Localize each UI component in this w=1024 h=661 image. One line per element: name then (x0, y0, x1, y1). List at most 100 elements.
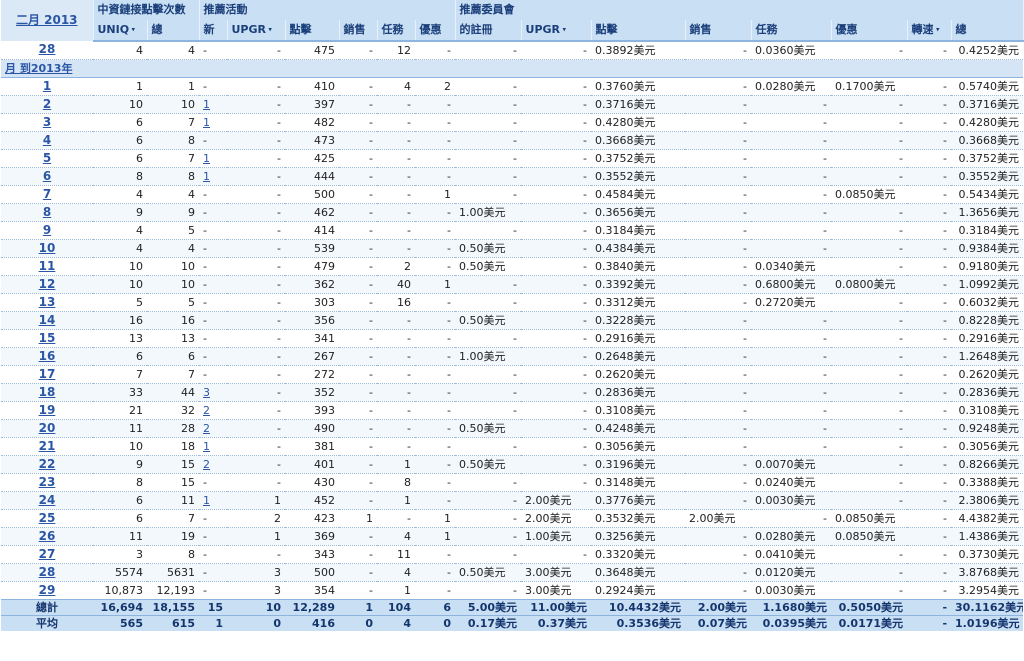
footer-cell: 615 (147, 614, 199, 631)
table-row: 26 11 19-1 369-4 1-1.00美元 0.3256美元 -0.0280美元 0.… (1, 527, 1024, 546)
column-header-10[interactable]: UPGR ▾ (521, 20, 592, 42)
data-cell: - (521, 545, 592, 564)
day-link[interactable]: 19 (39, 403, 56, 417)
day-link[interactable]: 16 (39, 349, 56, 363)
data-cell: 4 (93, 221, 147, 240)
section-label[interactable]: 月 到2013年 (1, 59, 1024, 78)
data-cell: 10 (93, 275, 147, 294)
day-link[interactable]: 6 (43, 169, 51, 183)
data-cell: - (377, 185, 415, 204)
footer-label: 平均 (1, 614, 93, 631)
data-cell: 0.5740美元 (951, 77, 1024, 96)
day-link[interactable]: 28 (39, 565, 56, 579)
day-link[interactable]: 24 (39, 493, 56, 507)
sort-arrow-icon: ▾ (266, 25, 272, 34)
new-count-link[interactable]: 2 (203, 422, 210, 435)
data-cell: - (415, 293, 456, 312)
day-link[interactable]: 5 (43, 151, 51, 165)
new-count-link[interactable]: 1 (203, 116, 210, 129)
day-link[interactable]: 26 (39, 529, 56, 543)
data-cell: - (831, 545, 908, 564)
data-cell: 0.3184美元 (591, 221, 686, 240)
data-cell: - (751, 239, 832, 258)
day-link[interactable]: 15 (39, 331, 56, 345)
data-cell: - (521, 455, 592, 474)
day-link[interactable]: 20 (39, 421, 56, 435)
data-cell: 0.3256美元 (591, 527, 686, 546)
data-cell: - (227, 40, 285, 60)
column-header-4[interactable]: UPGR ▾ (227, 20, 286, 42)
day-link[interactable]: 22 (39, 457, 56, 471)
new-count-link[interactable]: 1 (203, 152, 210, 165)
data-cell: 10 (93, 437, 147, 456)
data-cell: 7 (147, 113, 199, 132)
day-link[interactable]: 18 (39, 385, 56, 399)
day-link[interactable]: 17 (39, 367, 56, 381)
table-row: 25 6 7-2 423 1-1-2.00美元 0.3532美元 2.00美元 -0.0850… (1, 509, 1024, 528)
month-link[interactable]: 二月 2013 (16, 13, 78, 27)
day-link[interactable]: 27 (39, 547, 56, 561)
day-link[interactable]: 10 (39, 241, 56, 255)
day-link[interactable]: 11 (39, 259, 56, 273)
data-cell: 0.0410美元 (751, 545, 832, 564)
day-link[interactable]: 23 (39, 475, 56, 489)
new-count-link[interactable]: 2 (203, 458, 210, 471)
column-header-1[interactable]: UNIQ ▾ (93, 20, 148, 42)
data-cell: - (831, 401, 908, 420)
data-cell: - (377, 149, 415, 168)
data-cell: - (199, 329, 227, 348)
data-cell: 2 (199, 419, 227, 438)
day-link[interactable]: 3 (43, 115, 51, 129)
column-header-13: 任務 (751, 20, 832, 42)
data-cell: 6 (93, 347, 147, 366)
data-cell: 0.0850美元 (831, 185, 908, 204)
day-cell: 1 (1, 77, 93, 96)
data-cell: - (339, 383, 377, 402)
new-count-link[interactable]: 1 (203, 494, 210, 507)
day-link[interactable]: 9 (43, 223, 51, 237)
day-link[interactable]: 4 (43, 133, 51, 147)
sort-arrow-icon: ▾ (933, 25, 940, 34)
day-link[interactable]: 2 (43, 97, 51, 111)
day-link[interactable]: 8 (43, 205, 51, 219)
column-header-15[interactable]: 轉速 ▾ (907, 20, 952, 42)
data-cell: - (521, 257, 592, 276)
data-cell: - (521, 77, 592, 96)
data-cell: - (227, 311, 285, 330)
data-cell: 0.3108美元 (951, 401, 1024, 420)
day-link[interactable]: 25 (39, 511, 56, 525)
table-row: 28 4 4- -475-12- - -0.3892美元 -0.0360美元 - -0.4252… (1, 40, 1024, 60)
data-cell: - (199, 581, 227, 600)
day-link[interactable]: 7 (43, 187, 51, 201)
data-cell: - (455, 275, 522, 294)
sort-arrow-icon: ▾ (129, 25, 136, 34)
day-link[interactable]: 29 (39, 583, 56, 597)
new-count-link[interactable]: 3 (203, 386, 210, 399)
table-row: 20 11 28 2-490- - -0.50美元 -0.4248美元 - - - -0.9248美… (1, 419, 1024, 438)
data-cell: 3 (93, 545, 147, 564)
data-cell: 3.2954美元 (951, 581, 1024, 600)
data-cell: - (199, 257, 227, 276)
column-header-label: UNIQ (97, 23, 130, 36)
day-link[interactable]: 28 (39, 42, 56, 56)
table-row: 9 4 5- -414- - - - -0.3184美元 - - - -0.3184美元 (1, 221, 1024, 240)
data-cell: 0.2924美元 (591, 581, 686, 600)
data-cell: - (685, 275, 752, 294)
new-count-link[interactable]: 1 (203, 98, 210, 111)
data-cell: 0.3840美元 (591, 257, 686, 276)
data-cell: - (751, 347, 832, 366)
new-count-link[interactable]: 1 (203, 440, 210, 453)
day-link[interactable]: 14 (39, 313, 56, 327)
data-cell: 0.3892美元 (591, 40, 686, 60)
data-cell: - (455, 185, 522, 204)
new-count-link[interactable]: 2 (203, 404, 210, 417)
day-link[interactable]: 13 (39, 295, 56, 309)
day-link[interactable]: 21 (39, 439, 56, 453)
day-link[interactable]: 12 (39, 277, 56, 291)
data-cell: - (339, 185, 377, 204)
table-row: 15 13 13- -341- - - - -0.2916美元 - - - -0.2916美元 (1, 329, 1024, 348)
data-cell: - (455, 437, 522, 456)
data-cell: - (907, 437, 952, 456)
new-count-link[interactable]: 1 (203, 170, 210, 183)
day-link[interactable]: 1 (43, 79, 51, 93)
